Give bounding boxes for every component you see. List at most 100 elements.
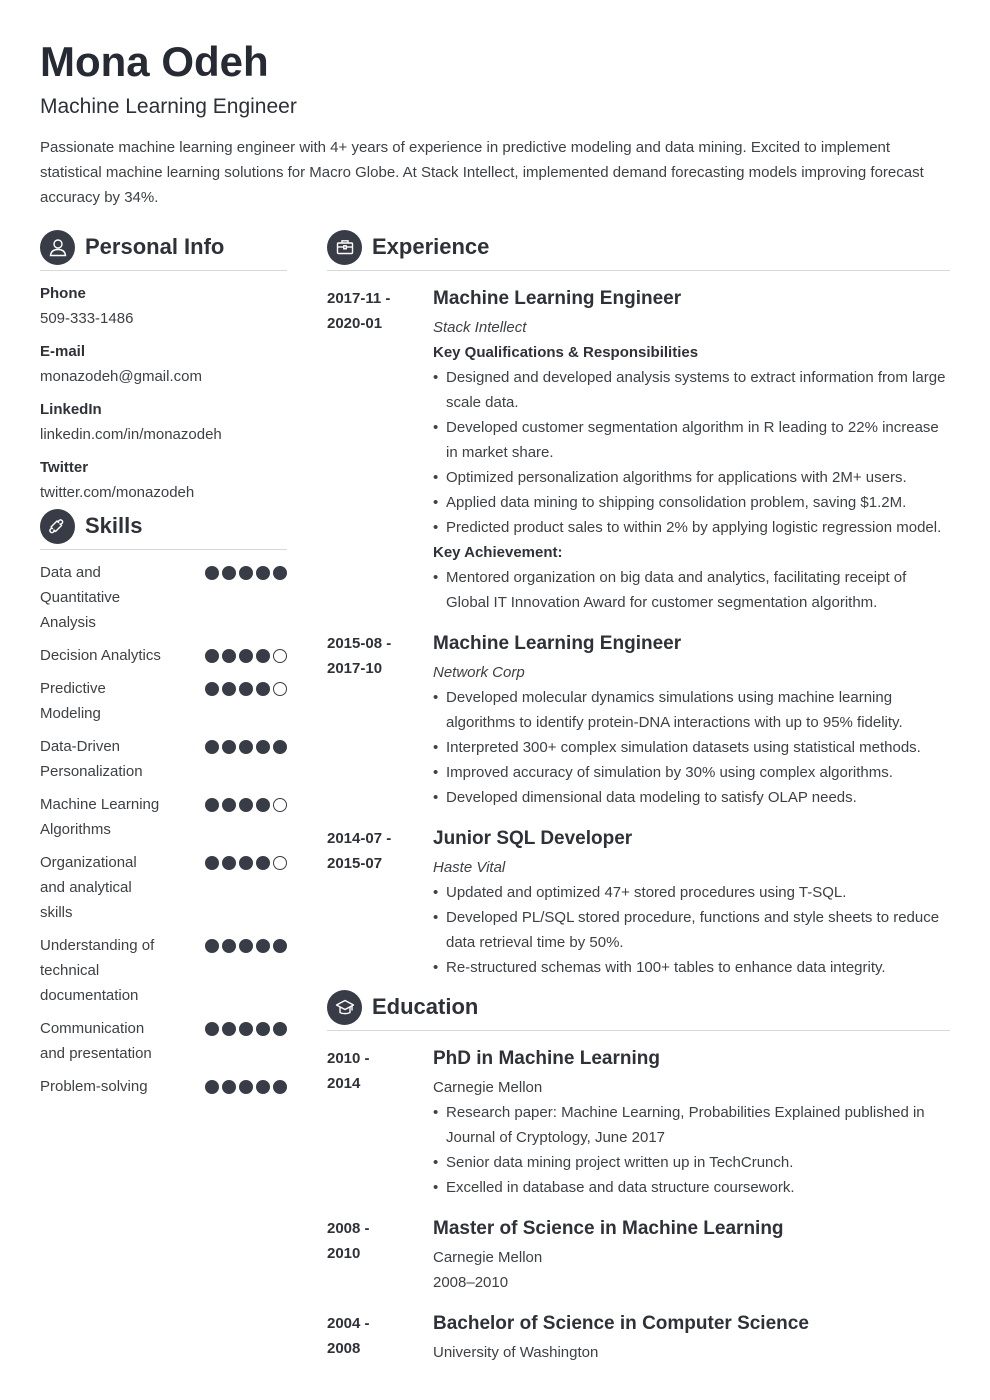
rating-dot-filled: [222, 798, 236, 812]
responsibilities-list: Updated and optimized 47+ stored procedu…: [433, 880, 950, 980]
responsibilities-list: Designed and developed analysis systems …: [433, 365, 950, 540]
rating-dot-filled: [222, 682, 236, 696]
rating-dot-filled: [273, 1022, 287, 1036]
info-item-phone: Phone 509-333-1486: [40, 281, 287, 331]
date-end: 2010: [327, 1245, 361, 1262]
bullet-item: Improved accuracy of simulation by 30% u…: [433, 760, 950, 785]
puzzle-icon: [40, 508, 75, 544]
bullet-item: Developed PL/SQL stored procedure, funct…: [433, 905, 950, 955]
education-header: Education: [327, 989, 950, 1031]
rating-dot-filled: [239, 939, 253, 953]
skill-item: Problem-solving: [40, 1074, 287, 1099]
school-name: Carnegie Mellon: [433, 1079, 543, 1096]
personal-info-title: Personal Info: [85, 234, 225, 259]
skills-title: Skills: [85, 513, 143, 538]
achievement-list: Mentored organization on big data and an…: [433, 565, 950, 615]
rating-dot-filled: [239, 566, 253, 580]
degree-title: Master of Science in Machine Learning: [433, 1218, 784, 1239]
bullet-item: Optimized personalization algorithms for…: [433, 465, 950, 490]
rating-dot-filled: [256, 649, 270, 663]
skill-rating: [205, 560, 287, 580]
rating-dot-filled: [256, 856, 270, 870]
rating-dot-filled: [239, 798, 253, 812]
responsibilities-list: Developed molecular dynamics simulations…: [433, 685, 950, 810]
skill-rating: [205, 1074, 287, 1094]
entry-body: PhD in Machine Learning Carnegie Mellon …: [433, 1046, 950, 1200]
rating-dot-empty: [273, 682, 287, 696]
twitter-value: twitter.com/monazodeh: [40, 484, 195, 501]
skills-section: Skills Data and Quantitative Analysis Dec…: [40, 508, 287, 1099]
entry-dates: 2015-08 - 2017-10: [327, 631, 433, 810]
rating-dot-filled: [222, 1022, 236, 1036]
skill-name: Communication and presentation: [40, 1020, 152, 1062]
info-label: Phone: [40, 285, 86, 302]
rating-dot-filled: [273, 740, 287, 754]
education-entry: 2004 - 2008 Bachelor of Science in Compu…: [327, 1311, 950, 1365]
bullet-item: Designed and developed analysis systems …: [433, 365, 950, 415]
graduation-cap-icon: [327, 989, 362, 1025]
rating-dot-filled: [205, 939, 219, 953]
skill-rating: [205, 792, 287, 812]
rating-dot-filled: [256, 939, 270, 953]
rating-dot-filled: [239, 682, 253, 696]
degree-title: Bachelor of Science in Computer Science: [433, 1313, 809, 1334]
bullet-item: Research paper: Machine Learning, Probab…: [433, 1100, 950, 1150]
rating-dot-empty: [273, 856, 287, 870]
entry-body: Bachelor of Science in Computer Science …: [433, 1311, 950, 1365]
skill-item: Decision Analytics: [40, 643, 287, 668]
briefcase-icon: [327, 229, 362, 265]
skill-item: Communication and presentation: [40, 1016, 287, 1066]
info-item-twitter: Twitter twitter.com/monazodeh: [40, 455, 287, 505]
responsibilities-heading: Key Qualifications & Responsibilities: [433, 344, 699, 361]
info-label: LinkedIn: [40, 401, 102, 418]
rating-dot-filled: [205, 566, 219, 580]
rating-dot-empty: [273, 798, 287, 812]
rating-dot-filled: [222, 939, 236, 953]
left-column: Personal Info Phone 509-333-1486 E-mail …: [40, 229, 287, 1107]
skills-header: Skills: [40, 508, 287, 550]
rating-dot-filled: [239, 1022, 253, 1036]
entry-dates: 2004 - 2008: [327, 1311, 433, 1365]
rating-dot-filled: [222, 649, 236, 663]
date-start: 2015-08 -: [327, 635, 392, 652]
date-end: 2015-07: [327, 855, 383, 872]
personal-info-header: Personal Info: [40, 229, 287, 271]
rating-dot-filled: [256, 740, 270, 754]
skill-name: Understanding of technical documentation: [40, 937, 155, 1004]
email-value: monazodeh@gmail.com: [40, 368, 202, 385]
company-name: Stack Intellect: [433, 319, 527, 336]
date-start: 2004 -: [327, 1315, 370, 1332]
rating-dot-filled: [222, 740, 236, 754]
rating-dot-filled: [205, 740, 219, 754]
rating-dot-filled: [273, 566, 287, 580]
company-name: Haste Vital: [433, 859, 506, 876]
rating-dot-filled: [273, 939, 287, 953]
entry-body: Master of Science in Machine Learning Ca…: [433, 1216, 950, 1295]
rating-dot-filled: [273, 1080, 287, 1094]
bullet-item: Excelled in database and data structure …: [433, 1175, 950, 1200]
skill-rating: [205, 734, 287, 754]
date-end: 2020-01: [327, 315, 383, 332]
education-bullets: Research paper: Machine Learning, Probab…: [433, 1100, 950, 1200]
entry-body: Machine Learning Engineer Network Corp D…: [433, 631, 950, 810]
rating-dot-filled: [239, 856, 253, 870]
date-end: 2008: [327, 1340, 361, 1357]
skill-item: Understanding of technical documentation: [40, 933, 287, 1008]
skill-rating: [205, 1016, 287, 1036]
skill-item: Predictive Modeling: [40, 676, 287, 726]
info-item-linkedin: LinkedIn linkedin.com/in/monazodeh: [40, 397, 287, 447]
date-start: 2014-07 -: [327, 830, 392, 847]
rating-dot-empty: [273, 649, 287, 663]
phone-value: 509-333-1486: [40, 310, 134, 327]
skills-list: Data and Quantitative Analysis Decision A…: [40, 550, 287, 1099]
achievement-heading: Key Achievement:: [433, 544, 563, 561]
skill-rating: [205, 850, 287, 870]
candidate-name: Mona Odeh: [40, 38, 269, 85]
rating-dot-filled: [256, 1022, 270, 1036]
education-entry: 2008 - 2010 Master of Science in Machine…: [327, 1216, 950, 1295]
bullet-item: Developed customer segmentation algorith…: [433, 415, 950, 465]
info-item-email: E-mail monazodeh@gmail.com: [40, 339, 287, 389]
rating-dot-filled: [239, 740, 253, 754]
experience-header: Experience: [327, 229, 950, 271]
skill-name: Data and Quantitative Analysis: [40, 564, 121, 631]
